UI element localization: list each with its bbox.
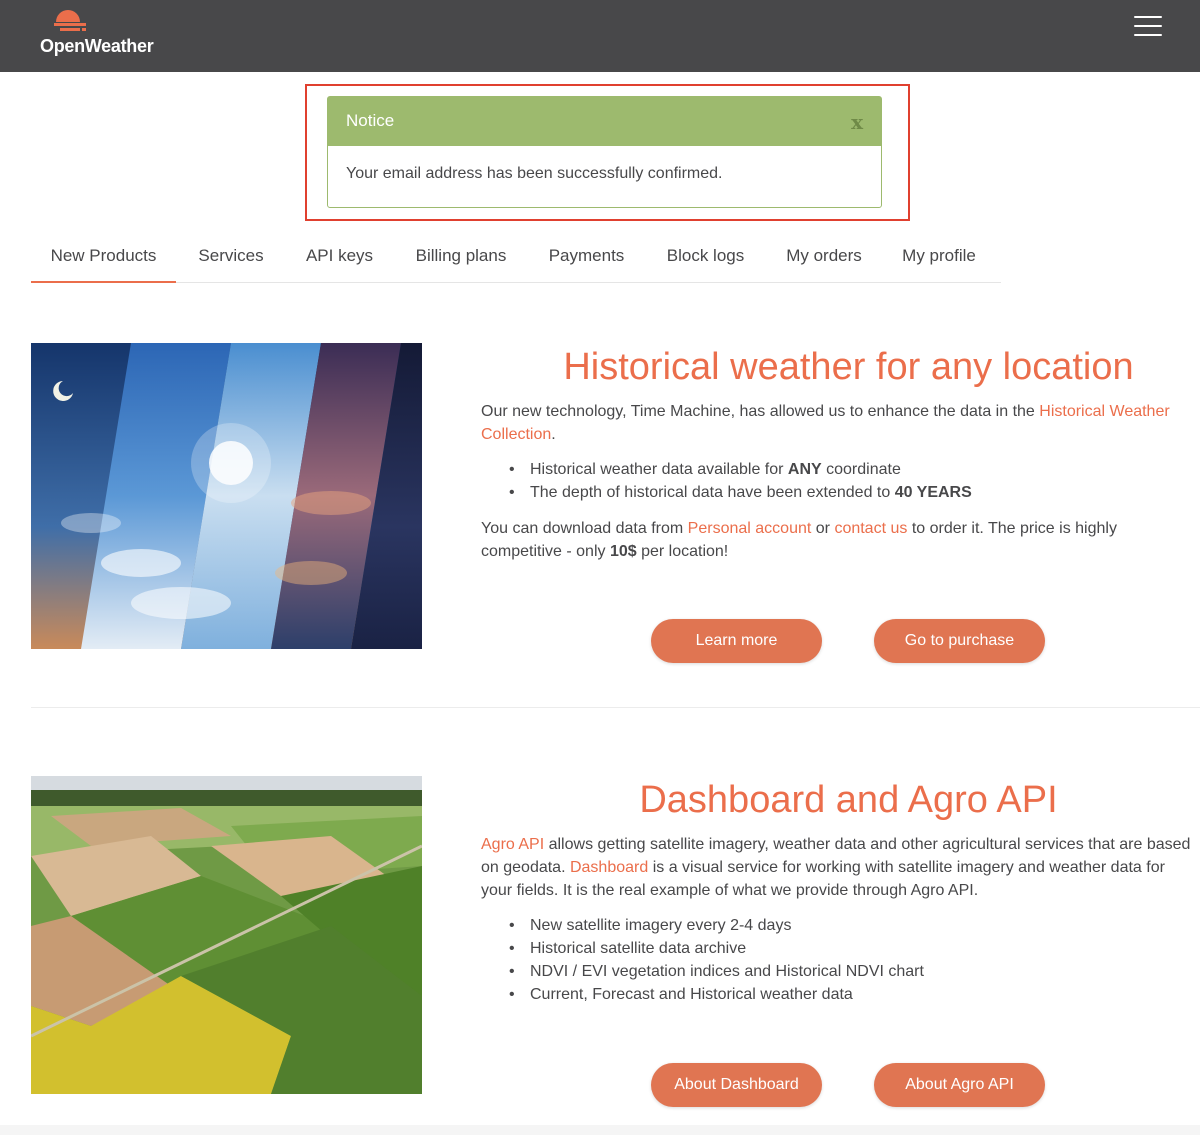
about-dashboard-button[interactable]: About Dashboard xyxy=(651,1063,822,1107)
pricing-text: or xyxy=(811,520,835,537)
tab-services[interactable]: Services xyxy=(176,232,286,283)
notice-message: Your email address has been successfully… xyxy=(346,165,723,182)
top-bar: OpenWeather xyxy=(0,0,1200,72)
logo-text: OpenWeather xyxy=(40,36,154,56)
notice-box: Notice x Your email address has been suc… xyxy=(327,96,882,208)
contact-us-link[interactable]: contact us xyxy=(834,520,907,537)
account-tabs: New Products Services API keys Billing p… xyxy=(31,232,1001,283)
bullet-bold: 40 YEARS xyxy=(894,484,972,501)
sun-logo-icon xyxy=(48,10,92,38)
bullet-bold: ANY xyxy=(787,461,822,478)
agro-fields-image xyxy=(31,776,422,1094)
go-to-purchase-button[interactable]: Go to purchase xyxy=(874,619,1045,663)
section1-bullets: Historical weather data available for AN… xyxy=(481,458,1181,504)
dashboard-link[interactable]: Dashboard xyxy=(570,859,648,876)
section1-intro-text: Our new technology, Time Machine, has al… xyxy=(481,403,1040,420)
learn-more-button[interactable]: Learn more xyxy=(651,619,822,663)
tab-my-orders[interactable]: My orders xyxy=(767,232,881,283)
pricing-text: per location! xyxy=(636,543,729,560)
close-icon[interactable]: x xyxy=(851,110,863,134)
section1-pricing: You can download data from Personal acco… xyxy=(481,517,1186,563)
pricing-text: You can download data from xyxy=(481,520,688,537)
hamburger-menu-icon[interactable] xyxy=(1134,16,1162,38)
page-bottom-strip xyxy=(0,1125,1200,1135)
list-item: Historical satellite data archive xyxy=(481,937,1181,960)
list-item: Historical weather data available for AN… xyxy=(481,458,1181,481)
tab-billing-plans[interactable]: Billing plans xyxy=(393,232,529,283)
section-divider xyxy=(31,707,1200,708)
openweather-logo[interactable]: OpenWeather xyxy=(40,8,160,64)
about-agro-api-button[interactable]: About Agro API xyxy=(874,1063,1045,1107)
list-item: NDVI / EVI vegetation indices and Histor… xyxy=(481,960,1181,983)
list-item: Current, Forecast and Historical weather… xyxy=(481,983,1181,1006)
section2-bullets: New satellite imagery every 2-4 days His… xyxy=(481,914,1181,1006)
notice-header: Notice x xyxy=(328,97,881,146)
historical-weather-image xyxy=(31,343,422,649)
tab-api-keys[interactable]: API keys xyxy=(286,232,393,283)
notice-title: Notice xyxy=(346,111,395,130)
bullet-text: coordinate xyxy=(821,461,901,478)
list-item: The depth of historical data have been e… xyxy=(481,481,1181,504)
bullet-text: Historical weather data available for xyxy=(530,461,788,478)
section1-title: Historical weather for any location xyxy=(563,346,1134,388)
tab-payments[interactable]: Payments xyxy=(529,232,644,283)
personal-account-link[interactable]: Personal account xyxy=(688,520,812,537)
bullet-text: The depth of historical data have been e… xyxy=(530,484,895,501)
list-item: New satellite imagery every 2-4 days xyxy=(481,914,1181,937)
tab-block-logs[interactable]: Block logs xyxy=(644,232,767,283)
price-value: 10$ xyxy=(609,543,637,560)
section2-intro: Agro API allows getting satellite imager… xyxy=(481,833,1200,902)
section1-intro: Our new technology, Time Machine, has al… xyxy=(481,400,1181,446)
section2-title: Dashboard and Agro API xyxy=(639,779,1058,821)
tab-my-profile[interactable]: My profile xyxy=(881,232,997,283)
agro-api-link[interactable]: Agro API xyxy=(481,836,544,853)
section1-intro-end: . xyxy=(551,426,556,443)
tab-new-products[interactable]: New Products xyxy=(31,232,176,283)
